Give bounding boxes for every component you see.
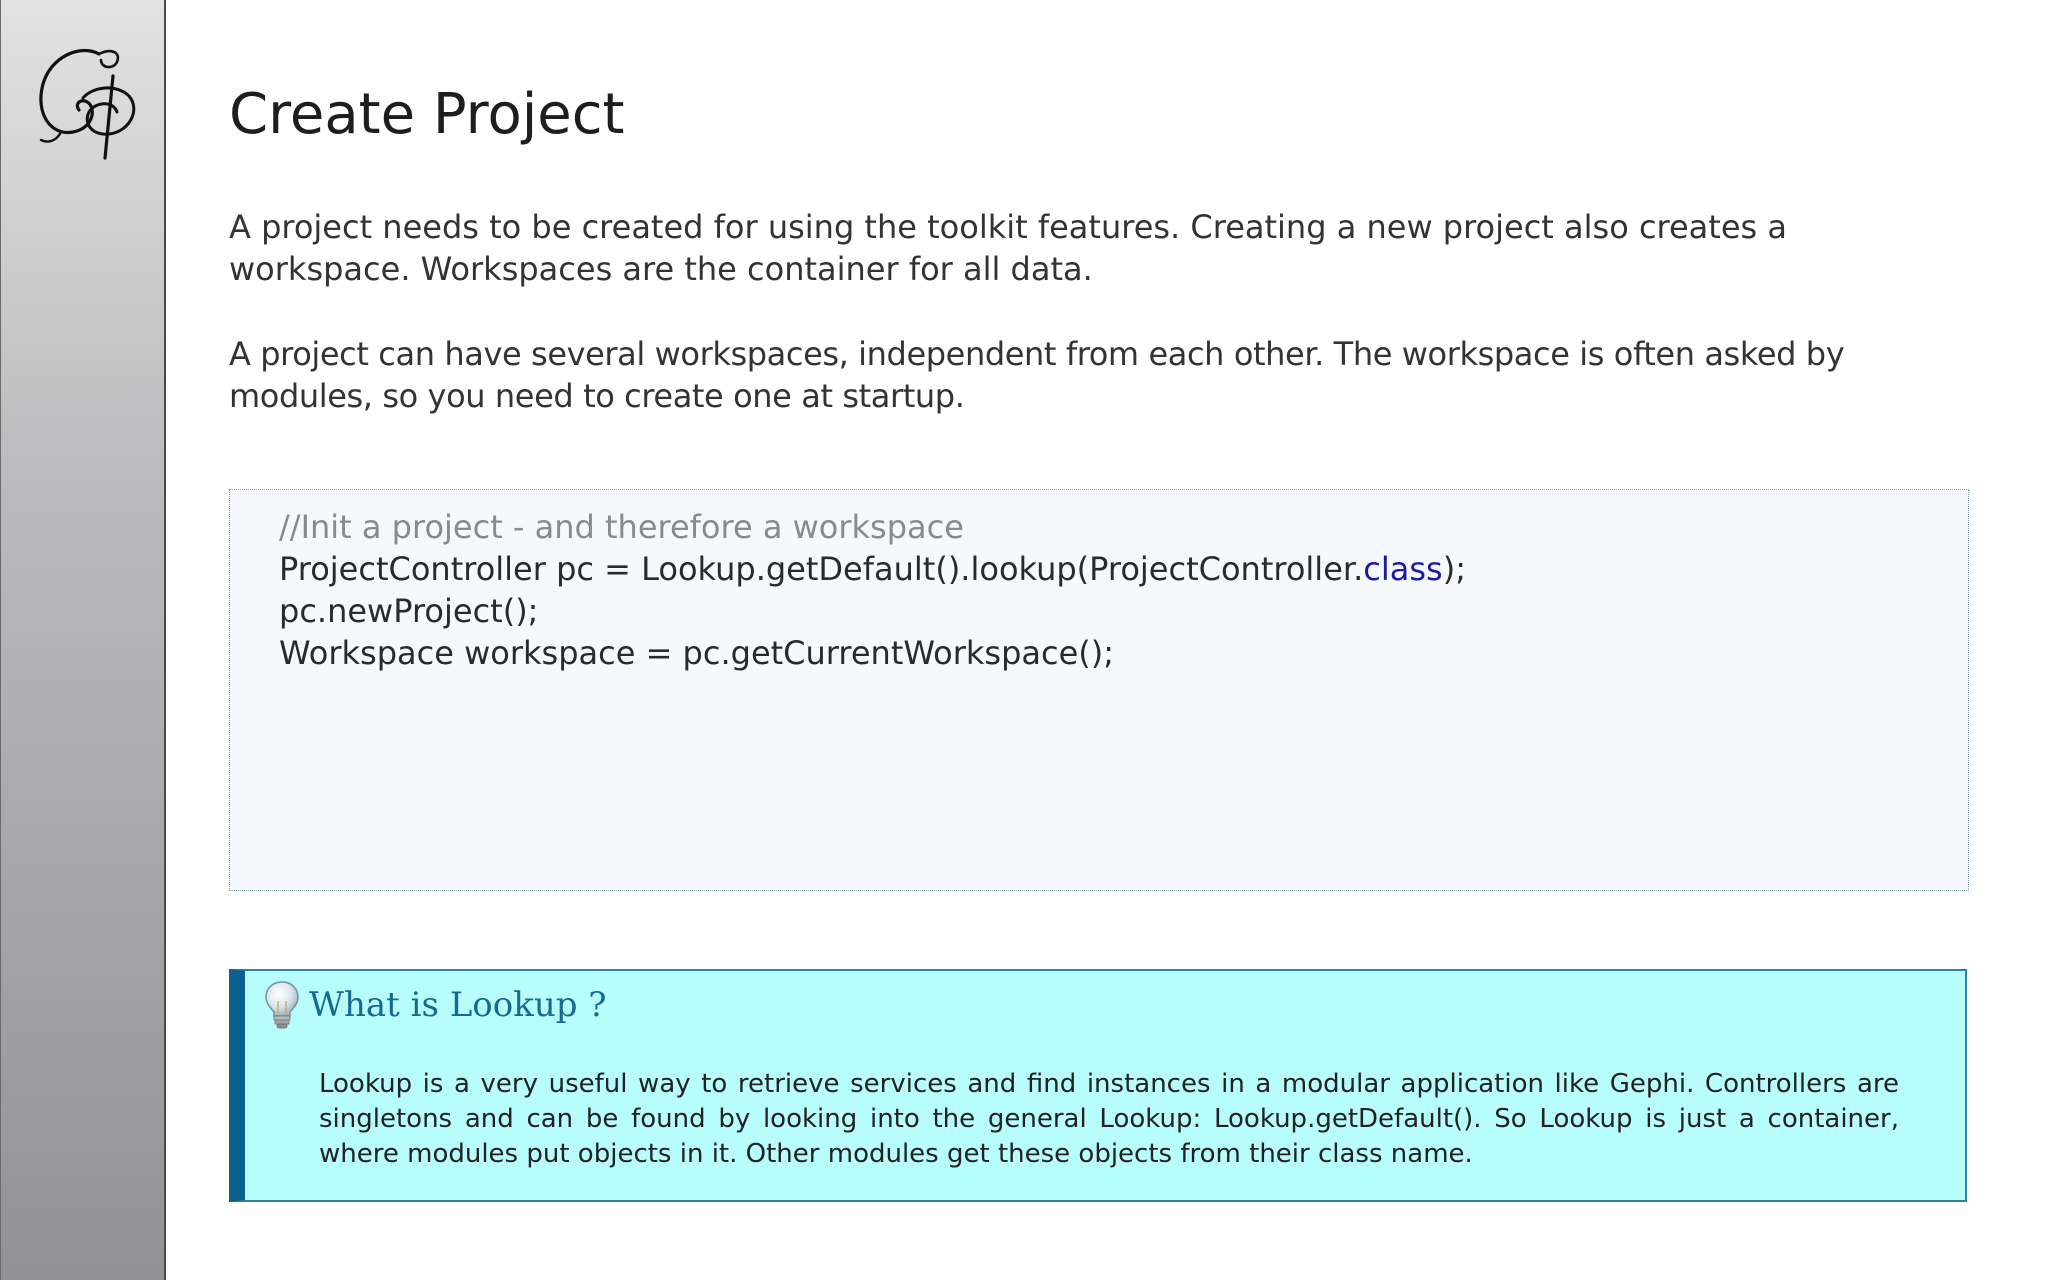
gephi-logo bbox=[39, 48, 136, 160]
code-line-3: Workspace workspace = pc.getCurrentWorks… bbox=[279, 634, 1115, 672]
callout-header: What is Lookup ? bbox=[263, 979, 607, 1031]
paragraph-workspaces: A project can have several workspaces, i… bbox=[229, 335, 1845, 415]
code-line-1-end: ); bbox=[1442, 550, 1466, 588]
sidebar bbox=[0, 0, 166, 1280]
callout-body: Lookup is a very useful way to retrieve … bbox=[319, 1069, 1899, 1169]
paragraph-intro: A project needs to be created for using … bbox=[229, 208, 1787, 288]
tip-callout: What is Lookup ? Lookup is a very useful… bbox=[229, 969, 1967, 1202]
lightbulb-icon bbox=[265, 981, 299, 1029]
code-keyword-class: class bbox=[1363, 550, 1443, 588]
slide-title: Create Project bbox=[229, 82, 625, 147]
code-block: //Init a project - and therefore a works… bbox=[229, 489, 1969, 891]
code-comment: //Init a project - and therefore a works… bbox=[279, 508, 964, 546]
callout-title: What is Lookup ? bbox=[309, 985, 607, 1025]
code-line-2: pc.newProject(); bbox=[279, 592, 539, 630]
code-line-1-start: ProjectController pc = Lookup.getDefault… bbox=[279, 550, 1364, 588]
code-content: //Init a project - and therefore a works… bbox=[279, 506, 1466, 674]
